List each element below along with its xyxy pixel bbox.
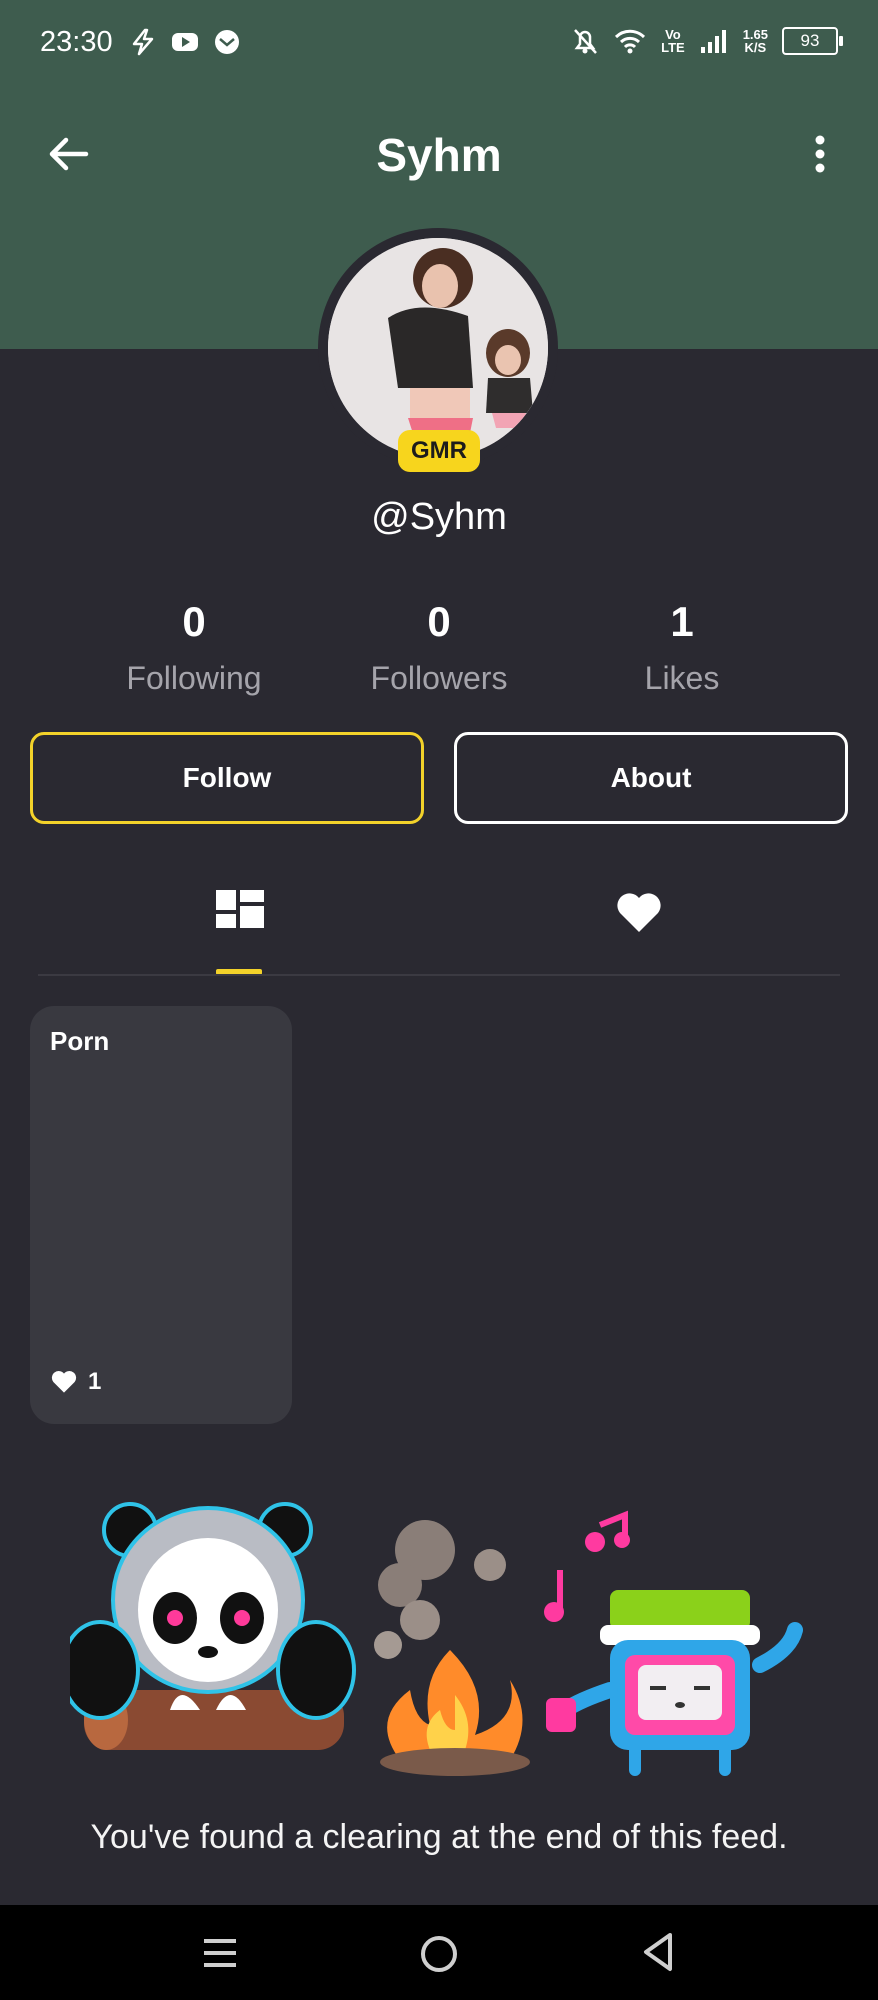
stat-label: Likes — [644, 660, 720, 696]
more-vertical-icon[interactable] — [802, 130, 838, 178]
post-card[interactable]: Porn 1 — [30, 1006, 292, 1424]
heart-icon — [51, 1371, 77, 1393]
stat-label: Followers — [370, 660, 508, 696]
feed-end-illustration — [70, 1502, 803, 1776]
battery-indicator: 93 — [782, 27, 843, 55]
heart-icon[interactable] — [614, 888, 664, 938]
wifi-icon — [615, 29, 646, 54]
youtube-icon — [172, 33, 198, 51]
post-likes-count: 1 — [88, 1368, 102, 1395]
stat-likes[interactable]: 1 Likes — [572, 598, 792, 697]
stat-value: 0 — [427, 598, 451, 645]
flash-icon — [132, 28, 154, 56]
status-bar: 23:30 Vo LTE 1.65 K/S 93 — [0, 0, 878, 90]
home-icon[interactable] — [418, 1933, 460, 1975]
username-handle: @Syhm — [371, 496, 507, 538]
nav-back-icon[interactable] — [640, 1931, 676, 1973]
mute-bell-icon — [574, 29, 598, 54]
about-button[interactable]: About — [454, 732, 848, 824]
stat-followers[interactable]: 0 Followers — [329, 598, 549, 697]
network-speed: 1.65 K/S — [742, 27, 768, 55]
post-likes: 1 — [50, 1368, 101, 1396]
stat-label: Following — [126, 660, 262, 696]
recent-apps-icon[interactable] — [200, 1933, 240, 1973]
system-nav-bar — [0, 1905, 878, 2000]
gmr-badge: GMR — [398, 430, 480, 472]
follow-button[interactable]: Follow — [30, 732, 424, 824]
avatar-image — [328, 238, 548, 458]
volte-icon: Vo LTE — [661, 27, 685, 55]
grid-icon[interactable] — [210, 884, 270, 944]
feed-end-message: You've found a clearing at the end of th… — [90, 1818, 788, 1856]
stat-following[interactable]: 0 Following — [84, 598, 304, 697]
post-title: Porn — [50, 1026, 110, 1056]
message-icon — [215, 30, 239, 54]
tabs-divider — [38, 974, 840, 976]
page-title: Syhm — [376, 129, 502, 181]
status-time: 23:30 — [40, 26, 113, 58]
signal-icon — [700, 30, 726, 53]
stat-value: 1 — [670, 598, 694, 645]
stat-value: 0 — [182, 598, 206, 645]
